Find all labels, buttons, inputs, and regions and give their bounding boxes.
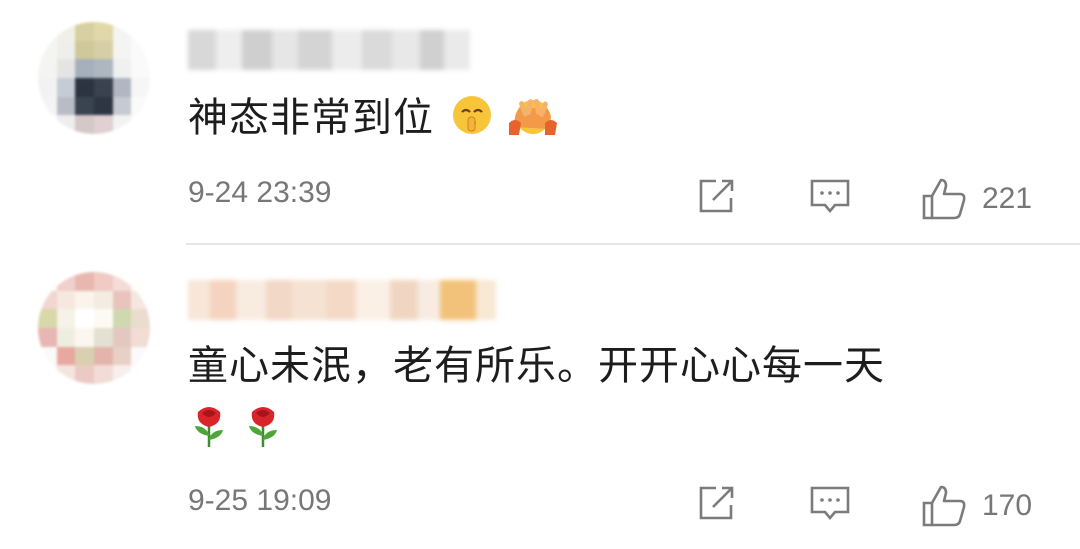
emoji-row: [192, 404, 280, 448]
like-button[interactable]: 170: [920, 483, 1032, 529]
rose-emoji: [195, 407, 223, 447]
like-count: 170: [982, 489, 1033, 522]
rose-emoji: [249, 407, 277, 447]
avatar[interactable]: [38, 272, 150, 384]
like-icon: [922, 485, 966, 527]
comment-item: 童心未泯，老有所乐。开开心心每一天 9-25 19:09 170: [0, 0, 1080, 549]
reply-button[interactable]: [808, 483, 852, 523]
comment-time: 9-25 19:09: [188, 484, 332, 517]
comment-text: 童心未泯，老有所乐。开开心心每一天: [188, 343, 885, 389]
username-blurred[interactable]: [188, 280, 496, 320]
comment-icon: [810, 486, 850, 521]
share-button[interactable]: [696, 483, 738, 523]
share-icon: [699, 486, 734, 520]
